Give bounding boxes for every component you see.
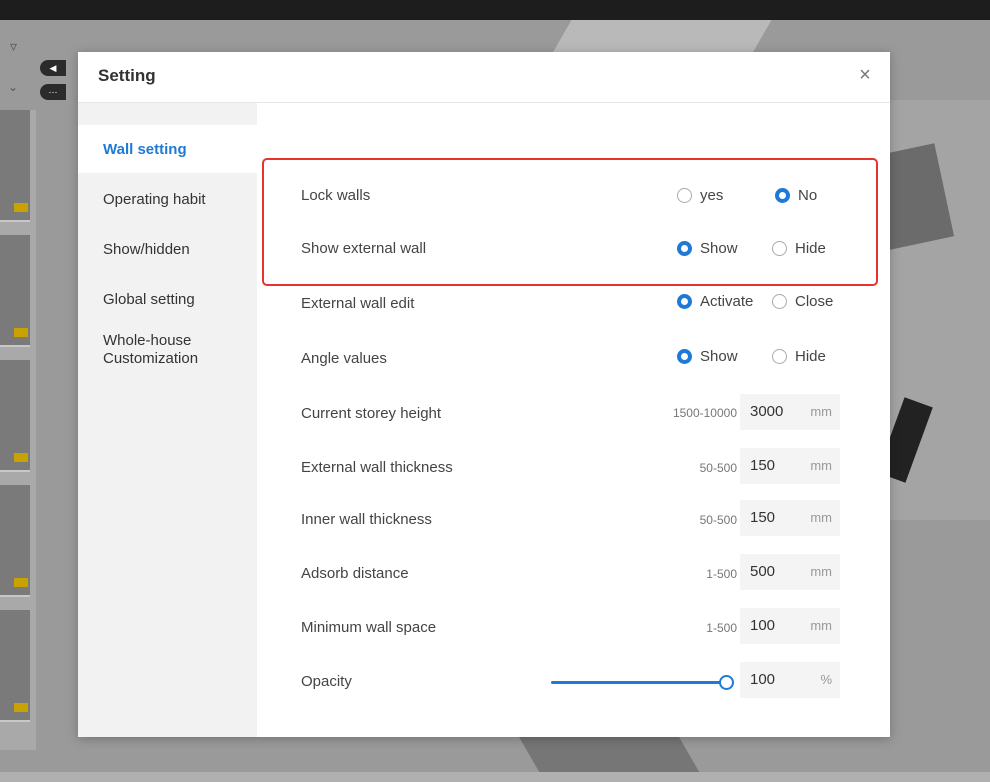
input-value: 500 (750, 563, 776, 580)
lock-walls-yes-radio[interactable]: yes (677, 187, 723, 204)
sidebar-item-wall-setting[interactable]: Wall setting (78, 125, 257, 173)
radio-label: Hide (795, 240, 826, 257)
filter-icon[interactable]: ▿ (10, 38, 17, 55)
angle-values-hide-radio[interactable]: Hide (772, 348, 826, 365)
input-unit: mm (810, 458, 832, 473)
radio-label: Close (795, 293, 834, 310)
radio-label: Hide (795, 348, 826, 365)
sidebar-item-label: Whole-house Customization (103, 332, 199, 367)
external-thickness-label: External wall thickness (301, 459, 453, 476)
lock-walls-label: Lock walls (301, 187, 371, 204)
radio-circle-icon (772, 349, 787, 364)
radio-label: Show (700, 240, 738, 257)
input-unit: mm (810, 618, 832, 633)
inner-thickness-range: 50-500 (699, 513, 737, 527)
sidebar-item-label: Show/hidden (103, 240, 190, 258)
collapse-panel-icon[interactable]: ◀ (40, 60, 66, 76)
storey-height-label: Current storey height (301, 405, 442, 422)
radio-selected-icon (775, 188, 790, 203)
angle-values-label: Angle values (301, 350, 387, 367)
thumbnail-tag (14, 578, 28, 587)
dialog-header: Setting × (78, 52, 890, 103)
radio-selected-icon (677, 241, 692, 256)
sidebar-item-label: Global setting (103, 290, 195, 308)
external-wall-edit-activate-radio[interactable]: Activate (677, 293, 753, 310)
input-unit: % (820, 672, 832, 687)
input-unit: mm (810, 564, 832, 579)
top-bar (0, 0, 990, 20)
thumbnail[interactable] (0, 610, 30, 722)
input-value: 150 (750, 509, 776, 526)
sidebar-item-operating-habit[interactable]: Operating habit (78, 175, 257, 223)
sidebar-item-label: Wall setting (103, 140, 187, 158)
input-value: 150 (750, 457, 776, 474)
settings-content: Lock walls yes No Show external wall Sho… (257, 103, 890, 737)
external-wall-edit-label: External wall edit (301, 295, 415, 312)
sidebar-item-whole-house-customization[interactable]: Whole-house Customization (78, 325, 257, 375)
sidebar-item-global-setting[interactable]: Global setting (78, 275, 257, 323)
input-unit: mm (810, 510, 832, 525)
thumbnail-tag (14, 203, 28, 212)
opacity-label: Opacity (301, 673, 352, 690)
input-value: 100 (750, 671, 776, 688)
sidebar-item-label: Operating habit (103, 190, 206, 208)
external-thickness-range: 50-500 (699, 461, 737, 475)
radio-selected-icon (677, 294, 692, 309)
adsorb-distance-input[interactable]: 500 mm (740, 554, 840, 590)
lock-walls-no-radio[interactable]: No (775, 187, 817, 204)
chevron-down-icon[interactable]: ⌄ (8, 80, 18, 94)
thumbnail[interactable] (0, 360, 30, 472)
grid-view-icon[interactable]: ⋯ (40, 84, 66, 100)
adsorb-distance-range: 1-500 (706, 567, 737, 581)
storey-height-input[interactable]: 3000 mm (740, 394, 840, 430)
show-external-wall-hide-radio[interactable]: Hide (772, 240, 826, 257)
input-value: 3000 (750, 403, 784, 420)
min-wall-space-range: 1-500 (706, 621, 737, 635)
inner-thickness-input[interactable]: 150 mm (740, 500, 840, 536)
thumbnail[interactable] (0, 110, 30, 222)
thumbnail[interactable] (0, 235, 30, 347)
bottom-bar (0, 772, 990, 782)
external-thickness-input[interactable]: 150 mm (740, 448, 840, 484)
settings-dialog: Setting × Wall setting Operating habit S… (78, 52, 890, 737)
show-external-wall-show-radio[interactable]: Show (677, 240, 738, 257)
opacity-input[interactable]: 100 % (740, 662, 840, 698)
radio-label: yes (700, 187, 724, 204)
dialog-title: Setting (98, 66, 156, 85)
radio-label: Activate (700, 293, 754, 310)
left-thumbnail-strip (0, 110, 36, 750)
thumbnail-tag (14, 703, 28, 712)
inner-thickness-label: Inner wall thickness (301, 511, 432, 528)
radio-circle-icon (772, 294, 787, 309)
show-external-wall-label: Show external wall (301, 240, 427, 257)
min-wall-space-input[interactable]: 100 mm (740, 608, 840, 644)
radio-label: No (798, 187, 818, 204)
sidebar-item-show-hidden[interactable]: Show/hidden (78, 225, 257, 273)
input-unit: mm (810, 404, 832, 419)
radio-circle-icon (772, 241, 787, 256)
opacity-slider-track[interactable] (551, 681, 729, 684)
min-wall-space-label: Minimum wall space (301, 619, 437, 636)
thumbnail[interactable] (0, 485, 30, 597)
external-wall-edit-close-radio[interactable]: Close (772, 293, 833, 310)
radio-selected-icon (677, 349, 692, 364)
thumbnail-tag (14, 453, 28, 462)
angle-values-show-radio[interactable]: Show (677, 348, 738, 365)
storey-height-range: 1500-10000 (672, 406, 737, 420)
opacity-slider-handle[interactable] (719, 675, 734, 690)
radio-label: Show (700, 348, 738, 365)
settings-sidebar: Wall setting Operating habit Show/hidden… (78, 103, 257, 737)
thumbnail-tag (14, 328, 28, 337)
radio-circle-icon (677, 188, 692, 203)
input-value: 100 (750, 617, 776, 634)
adsorb-distance-label: Adsorb distance (301, 565, 409, 582)
close-icon[interactable]: × (854, 64, 876, 86)
